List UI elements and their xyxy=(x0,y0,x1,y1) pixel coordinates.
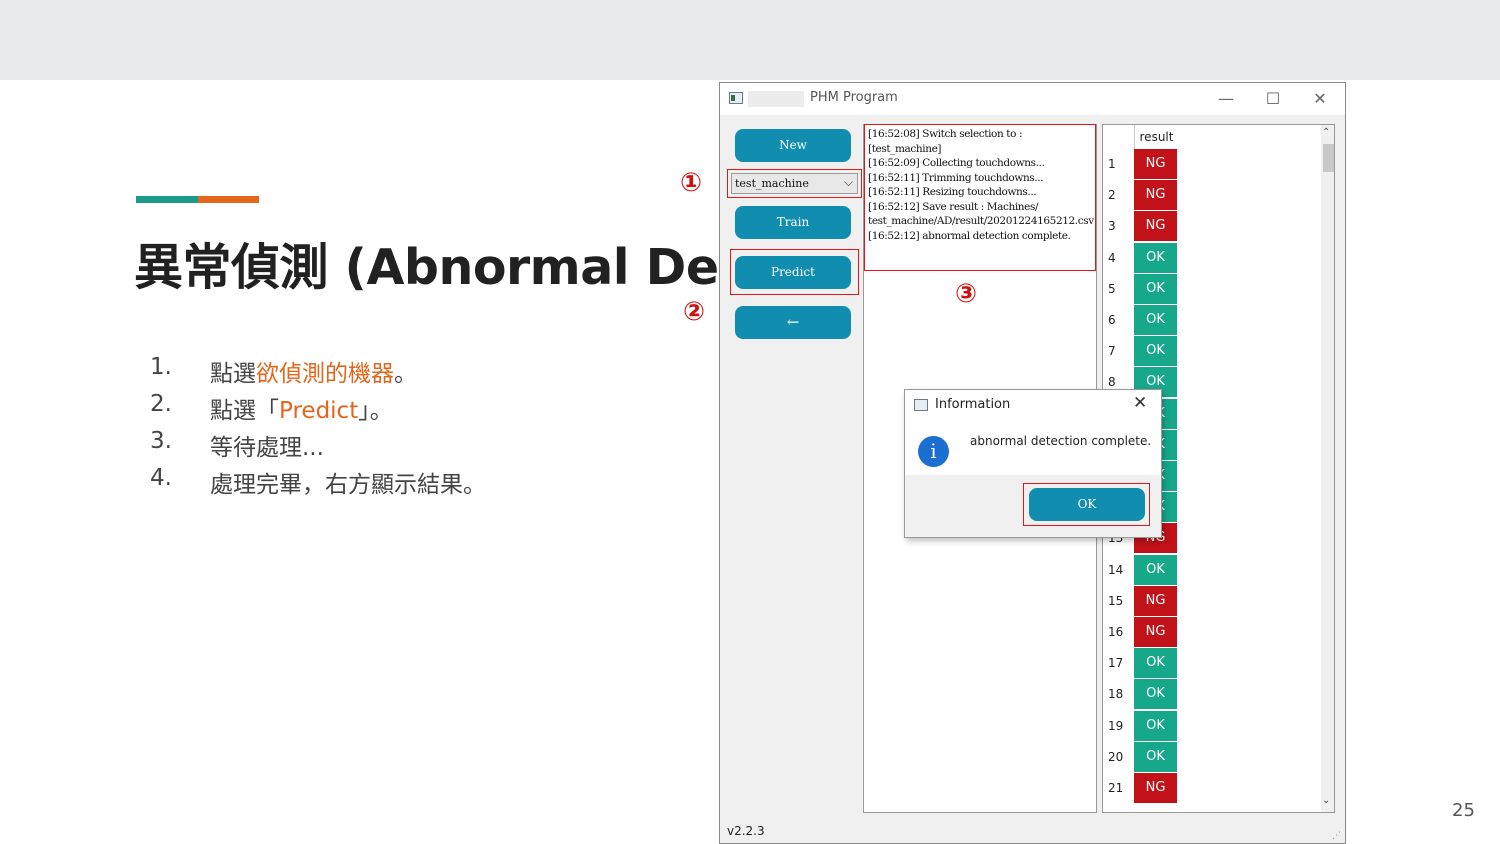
new-button[interactable]: New xyxy=(735,129,851,162)
slide-top-band xyxy=(0,0,1500,80)
result-cell[interactable]: OK xyxy=(1134,679,1177,710)
highlight-box-predict xyxy=(730,249,859,295)
resize-grip-icon[interactable]: ⋰ xyxy=(1332,831,1341,841)
minimize-button[interactable]: — xyxy=(1206,87,1246,111)
step-text: 點選欲偵測的機器。 xyxy=(210,361,417,387)
close-button[interactable]: ✕ xyxy=(1300,87,1340,111)
step-number: 4. xyxy=(150,465,172,491)
row-number: 1 xyxy=(1108,157,1116,171)
highlight-box-ok xyxy=(1023,483,1150,526)
row-number: 17 xyxy=(1108,656,1124,671)
window-titlebar[interactable]: PHM Program — ☐ ✕ xyxy=(720,83,1345,115)
app-icon xyxy=(729,92,743,104)
row-number: 20 xyxy=(1108,749,1124,764)
row-number: 8 xyxy=(1108,375,1116,390)
title-accent-teal xyxy=(136,196,198,203)
scrollbar-thumb[interactable] xyxy=(1323,144,1334,172)
row-number: 4 xyxy=(1108,250,1116,265)
callout-marker-3: ③ xyxy=(955,279,978,309)
step-number: 2. xyxy=(150,391,172,417)
result-cell[interactable]: NG xyxy=(1134,585,1177,616)
page-number: 25 xyxy=(1452,800,1475,821)
result-cell[interactable]: OK xyxy=(1134,305,1177,335)
step-number: 1. xyxy=(150,354,172,380)
row-number: 15 xyxy=(1108,593,1124,608)
highlight-box-log xyxy=(864,124,1096,271)
step-text: 點選「Predict」。 xyxy=(210,398,393,424)
row-number: 3 xyxy=(1108,219,1116,234)
slide-title: 異常偵測 (Abnormal De xyxy=(134,239,719,296)
vertical-scrollbar[interactable]: ⌃ ⌄ xyxy=(1321,125,1334,812)
dialog-app-icon xyxy=(914,399,928,411)
maximize-button[interactable]: ☐ xyxy=(1253,87,1293,111)
row-number: 7 xyxy=(1108,344,1116,359)
row-number: 21 xyxy=(1108,781,1124,795)
result-cell[interactable]: OK xyxy=(1134,554,1177,585)
result-cell[interactable]: NG xyxy=(1134,617,1177,647)
row-number: 14 xyxy=(1108,562,1124,577)
scroll-down-arrow-icon[interactable]: ⌄ xyxy=(1322,795,1330,806)
scroll-up-arrow-icon[interactable]: ⌃ xyxy=(1322,127,1330,138)
result-column-header: result xyxy=(1134,125,1178,150)
version-label: v2.2.3 xyxy=(727,824,765,838)
row-number: 16 xyxy=(1108,625,1124,639)
result-cell[interactable]: OK xyxy=(1134,242,1177,273)
result-cell[interactable]: NG xyxy=(1134,773,1177,803)
result-cell[interactable]: NG xyxy=(1134,180,1177,211)
back-button[interactable]: ← xyxy=(735,306,851,339)
result-cell[interactable]: OK xyxy=(1134,710,1177,741)
train-button[interactable]: Train xyxy=(735,206,851,239)
step-text: 等待處理... xyxy=(210,435,324,461)
result-cell[interactable]: OK xyxy=(1134,741,1177,772)
redacted-title-area xyxy=(748,91,804,107)
row-number: 2 xyxy=(1108,188,1116,203)
callout-marker-1: ① xyxy=(680,168,703,198)
step-text: 處理完畢，右方顯示結果。 xyxy=(210,472,486,498)
row-number: 18 xyxy=(1108,687,1124,702)
dialog-title: Information xyxy=(935,397,1011,412)
result-cell[interactable]: OK xyxy=(1134,336,1177,367)
result-cell[interactable]: NG xyxy=(1134,211,1177,242)
result-cell[interactable]: NG xyxy=(1134,149,1177,179)
result-cell[interactable]: OK xyxy=(1134,648,1177,679)
dialog-titlebar[interactable]: Information ✕ xyxy=(905,390,1161,420)
dialog-message: abnormal detection complete. xyxy=(970,434,1152,448)
dialog-close-button[interactable]: ✕ xyxy=(1133,393,1147,413)
highlight-box-machine-select xyxy=(727,169,862,198)
row-number: 5 xyxy=(1108,281,1116,296)
title-accent-orange xyxy=(198,196,259,203)
information-dialog: Information ✕ i abnormal detection compl… xyxy=(904,389,1162,538)
window-title: PHM Program xyxy=(810,90,898,105)
callout-marker-2: ② xyxy=(683,297,706,327)
row-number: 6 xyxy=(1108,313,1116,327)
row-number: 19 xyxy=(1108,718,1124,733)
info-icon: i xyxy=(918,436,949,467)
step-number: 3. xyxy=(150,428,172,454)
step-highlight: 欲偵測的機器 xyxy=(256,361,394,387)
step-highlight: Predict xyxy=(279,398,359,424)
result-cell[interactable]: OK xyxy=(1134,273,1177,304)
dialog-body: i abnormal detection complete. xyxy=(905,420,1161,475)
